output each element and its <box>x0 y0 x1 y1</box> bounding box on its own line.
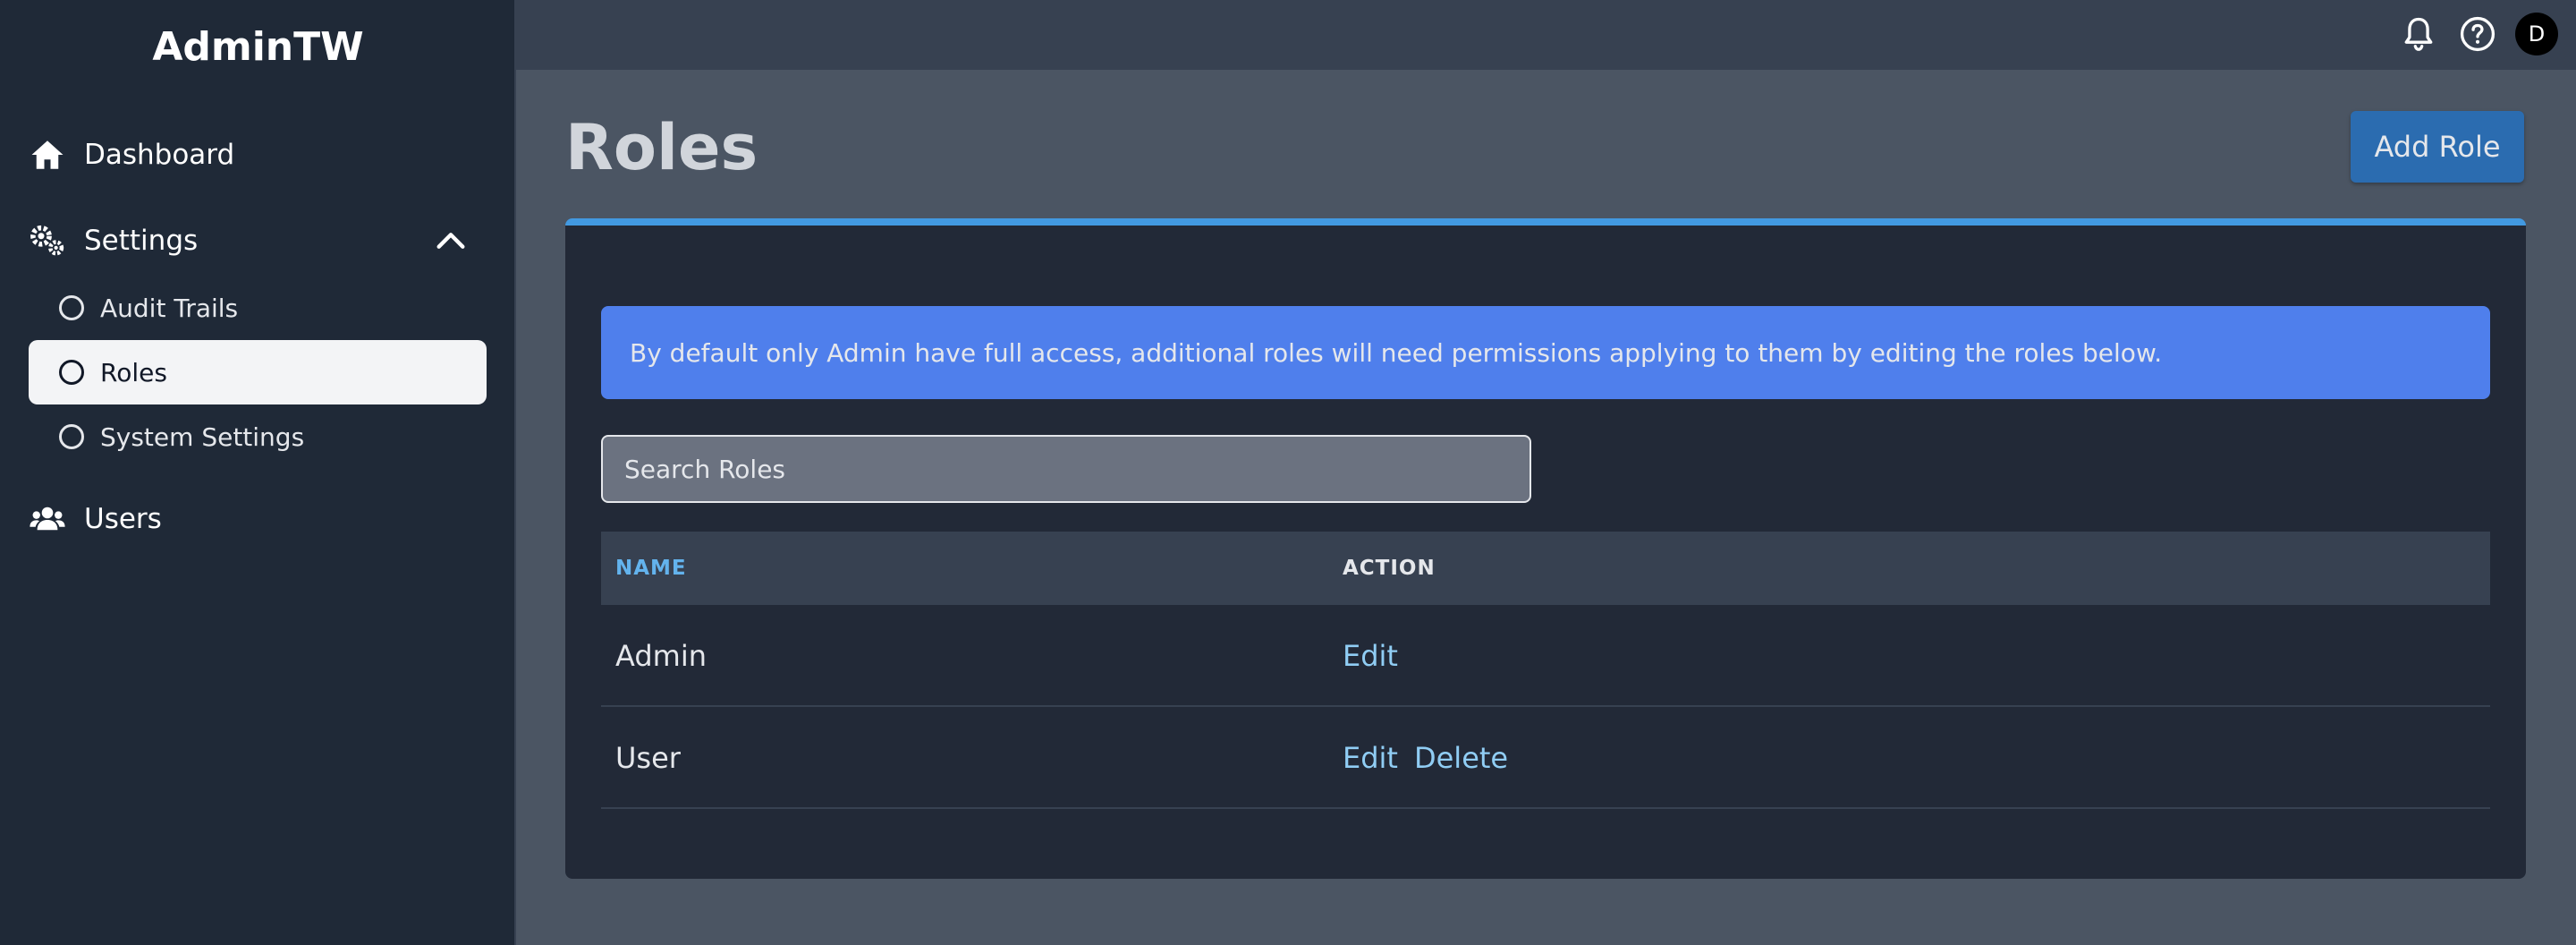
sidebar-subitem-system-settings[interactable]: System Settings <box>29 404 487 469</box>
circle-icon <box>59 295 84 320</box>
add-role-button[interactable]: Add Role <box>2351 111 2524 183</box>
column-header-name[interactable]: NAME <box>615 557 687 580</box>
table-row: Admin Edit <box>601 605 2490 707</box>
avatar[interactable]: D <box>2515 13 2558 55</box>
roles-table: NAME ACTION Admin Edit User Edit Delete <box>601 532 2490 809</box>
edit-link[interactable]: Edit <box>1343 639 1398 673</box>
delete-link[interactable]: Delete <box>1414 741 1508 775</box>
sidebar-item-label: Users <box>84 503 162 535</box>
table-row: User Edit Delete <box>601 707 2490 809</box>
table-header: NAME ACTION <box>601 532 2490 605</box>
roles-card: By default only Admin have full access, … <box>565 218 2526 879</box>
sidebar-subitem-label: Roles <box>100 357 167 387</box>
sidebar-item-label: Dashboard <box>84 139 235 171</box>
help-icon[interactable] <box>2456 13 2499 55</box>
brand-logo[interactable]: AdminTW <box>0 20 516 75</box>
row-actions: Edit <box>1343 639 1398 673</box>
sidebar-subitem-label: System Settings <box>100 421 305 452</box>
sidebar-item-label: Settings <box>84 225 199 257</box>
sidebar-item-users[interactable]: Users <box>29 488 487 550</box>
home-icon <box>29 136 66 174</box>
info-alert: By default only Admin have full access, … <box>601 306 2490 399</box>
sidebar-item-dashboard[interactable]: Dashboard <box>29 123 487 186</box>
info-alert-text: By default only Admin have full access, … <box>630 337 2163 368</box>
sidebar-subitem-roles[interactable]: Roles <box>29 340 487 404</box>
circle-icon <box>59 424 84 449</box>
column-header-action: ACTION <box>1343 557 1436 580</box>
search-input[interactable] <box>601 435 1531 503</box>
sidebar-subitem-audit-trails[interactable]: Audit Trails <box>29 276 487 340</box>
bell-icon[interactable] <box>2397 13 2440 55</box>
row-actions: Edit Delete <box>1343 741 1508 775</box>
edit-link[interactable]: Edit <box>1343 741 1398 775</box>
sidebar-item-settings[interactable]: Settings <box>29 209 487 272</box>
circle-icon <box>59 360 84 385</box>
sidebar: AdminTW Dashboard Settings Audit Trails … <box>0 0 516 945</box>
cogs-icon <box>29 222 66 260</box>
sidebar-subitem-label: Audit Trails <box>100 293 239 323</box>
chevron-up-icon[interactable] <box>433 223 469 259</box>
page-title: Roles <box>565 111 758 184</box>
users-icon <box>29 500 66 538</box>
role-name: Admin <box>615 639 707 673</box>
top-bar: D <box>516 0 2576 72</box>
role-name: User <box>615 741 681 775</box>
